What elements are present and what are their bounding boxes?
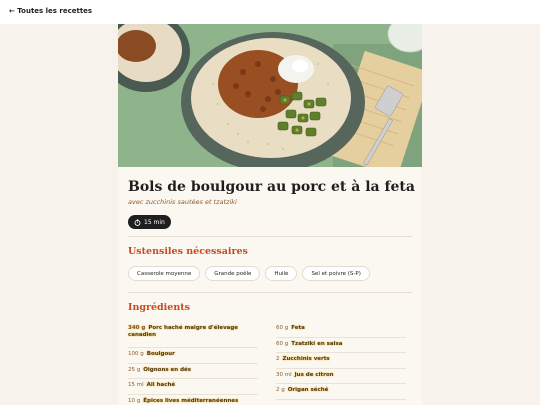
ingredient-quantity: 10 g [128, 397, 141, 404]
utensil-chip: Casserole moyenne [128, 266, 201, 281]
ingredients-left-column: 340 g Porc haché maigre d'élevage canadie… [128, 322, 258, 405]
section-divider [128, 236, 412, 237]
utensils-heading: Ustensiles nécessaires [128, 246, 248, 257]
ingredient-row: 2 g Origan séché [276, 384, 406, 400]
ingredient-row: 30 ml Jus de citron [276, 369, 406, 384]
ingredient-row: 15 ml Ail haché [128, 379, 258, 395]
ingredient-row: 340 g Porc haché maigre d'élevage canadie… [128, 322, 258, 348]
ingredient-name: Boulgour [146, 351, 175, 357]
prep-time-label: 15 min [144, 218, 165, 226]
ingredient-row: 60 g Feta [276, 322, 406, 338]
ingredient-quantity: 2 [276, 356, 280, 362]
ingredient-row: 10 g Épices lives méditerranéennes [128, 395, 258, 405]
ingredient-quantity: 60 g [276, 340, 289, 347]
ingredient-name: Zucchinis verts [282, 356, 330, 362]
recipe-hero-image [118, 24, 422, 167]
recipe-card: Bols de boulgour au porc et à la feta av… [118, 24, 422, 405]
recipe-subtitle: avec zucchinis sautées et tzatziki [128, 198, 237, 206]
ingredient-name: Tzatziki en salsa [291, 340, 343, 347]
ingredient-row: 25 g Oignons en dés [128, 364, 258, 379]
ingredient-row: 100 g Boulgour [128, 348, 258, 364]
utensils-list: Casserole moyenne Grande poêle Huile Sel… [128, 266, 370, 281]
ingredient-name: Origan séché [287, 387, 329, 393]
ingredient-name: Ail haché [146, 382, 176, 388]
ingredient-quantity: 30 ml [276, 371, 292, 378]
ingredient-row: 60 g Tzatziki en salsa [276, 338, 406, 353]
prep-time-badge: 15 min [128, 215, 171, 229]
ingredient-quantity: 100 g [128, 351, 144, 357]
ingredient-quantity: 340 g [128, 325, 146, 331]
section-divider [128, 292, 412, 293]
ingredient-row: 2 Zucchinis verts [276, 353, 406, 369]
ingredient-quantity: 15 ml [128, 382, 144, 388]
ingredients-heading: Ingrédients [128, 302, 190, 313]
ingredient-name: Feta [291, 325, 305, 331]
back-to-recipes-link[interactable]: ← Toutes les recettes [9, 7, 92, 15]
recipe-title: Bols de boulgour au porc et à la feta [128, 179, 415, 195]
stopwatch-icon [134, 218, 141, 226]
ingredient-quantity: 60 g [276, 325, 289, 331]
ingredient-name: Jus de citron [294, 371, 334, 378]
ingredient-quantity: 25 g [128, 366, 141, 373]
utensil-chip: Sel et poivre (S-P) [302, 266, 370, 281]
utensil-chip: Huile [265, 266, 298, 281]
utensil-chip: Grande poêle [205, 266, 261, 281]
ingredient-name: Oignons en dés [143, 366, 192, 373]
ingredients-right-column: 60 g Feta 60 g Tzatziki en salsa 2 Zucch… [276, 322, 406, 400]
ingredient-quantity: 2 g [276, 387, 285, 393]
ingredient-name: Épices lives méditerranéennes [143, 397, 239, 404]
top-bar: ← Toutes les recettes [0, 0, 540, 24]
